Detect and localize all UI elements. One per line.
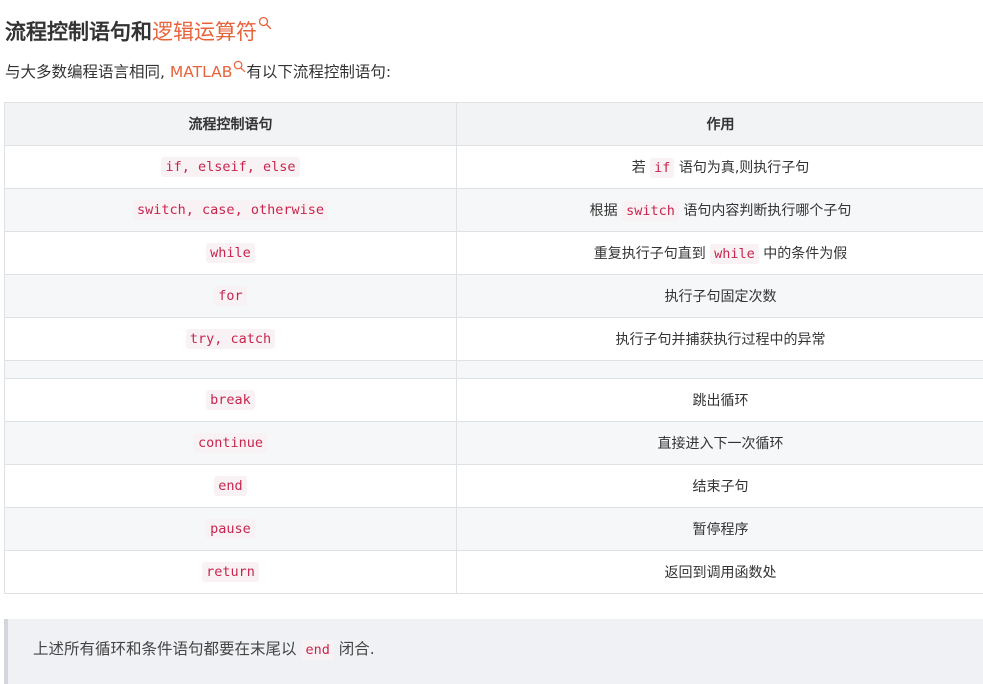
statement-code: for (214, 286, 247, 306)
purpose-cell: 直接进入下一次循环 (456, 421, 983, 465)
note-text-before: 上述所有循环和条件语句都要在末尾以 (33, 640, 302, 658)
table-row: end 结束子句 (4, 464, 983, 508)
statement-code: switch, case, otherwise (133, 200, 328, 220)
statement-code: end (214, 476, 247, 496)
purpose-cell: 执行子句并捕获执行过程中的异常 (456, 317, 983, 361)
purpose-text: 结束子句 (692, 479, 749, 495)
table-header-row: 流程控制语句 作用 (4, 102, 983, 146)
table-row: for 执行子句固定次数 (4, 274, 983, 318)
statement-cell: pause (4, 507, 457, 551)
statement-cell: end (4, 464, 457, 508)
purpose-code: while (710, 244, 759, 264)
table-row: return 返回到调用函数处 (4, 550, 983, 594)
purpose-text: 根据 (589, 203, 623, 219)
purpose-cell: 返回到调用函数处 (456, 550, 983, 594)
statement-cell: try, catch (4, 317, 457, 361)
purpose-text-after: 中的条件为假 (758, 246, 848, 262)
table-row: continue 直接进入下一次循环 (4, 421, 983, 465)
statement-code: return (202, 562, 259, 582)
purpose-text: 重复执行子句直到 (593, 246, 711, 262)
statement-cell: for (4, 274, 457, 318)
column-header-statement: 流程控制语句 (4, 102, 457, 146)
purpose-text: 暂停程序 (692, 522, 749, 538)
purpose-code: switch (622, 201, 679, 221)
purpose-text-after: 语句内容判断执行哪个子句 (678, 203, 852, 219)
purpose-cell: 重复执行子句直到 while 中的条件为假 (456, 231, 983, 275)
statement-code: try, catch (185, 329, 276, 349)
search-icon[interactable] (233, 60, 246, 73)
purpose-text-after: 语句为真,则执行子句 (674, 160, 810, 176)
statement-cell: return (4, 550, 457, 594)
statement-cell: switch, case, otherwise (4, 188, 457, 232)
note-code: end (301, 640, 334, 660)
intro-paragraph: 与大多数编程语言相同, MATLAB 有以下流程控制语句: (5, 58, 391, 86)
purpose-cell: 结束子句 (456, 464, 983, 508)
purpose-cell: 执行子句固定次数 (456, 274, 983, 318)
table-row: if, elseif, else 若 if 语句为真,则执行子句 (4, 145, 983, 189)
purpose-text: 若 (631, 160, 651, 176)
title-link[interactable]: 逻辑运算符 (152, 20, 257, 44)
flow-control-table: 流程控制语句 作用 if, elseif, else 若 if 语句为真,则执行子… (4, 102, 983, 594)
table-row: while 重复执行子句直到 while 中的条件为假 (4, 231, 983, 275)
statement-cell: break (4, 378, 457, 422)
statement-cell: if, elseif, else (4, 145, 457, 189)
statement-code: pause (206, 519, 255, 539)
table-row (4, 360, 983, 379)
statement-cell: continue (4, 421, 457, 465)
note-text: 上述所有循环和条件语句都要在末尾以 end 闭合. (33, 637, 375, 662)
statement-cell (4, 360, 457, 379)
purpose-text: 执行子句并捕获执行过程中的异常 (615, 332, 826, 348)
table-row: try, catch 执行子句并捕获执行过程中的异常 (4, 317, 983, 361)
column-header-purpose: 作用 (456, 102, 983, 146)
purpose-text: 执行子句固定次数 (664, 289, 777, 305)
statement-code: while (206, 243, 255, 263)
statement-code: continue (193, 433, 268, 453)
intro-text-after: 有以下流程控制语句: (246, 63, 392, 81)
statement-code: if, elseif, else (161, 157, 300, 177)
purpose-code: if (650, 158, 675, 178)
purpose-text: 直接进入下一次循环 (657, 436, 784, 452)
purpose-cell: 跳出循环 (456, 378, 983, 422)
purpose-cell: 暂停程序 (456, 507, 983, 551)
note-text-after: 闭合. (333, 640, 375, 658)
statement-code: break (206, 390, 255, 410)
table-row: pause 暂停程序 (4, 507, 983, 551)
title-text: 流程控制语句和 (5, 20, 152, 44)
intro-text-before: 与大多数编程语言相同, (5, 63, 170, 81)
purpose-cell: 根据 switch 语句内容判断执行哪个子句 (456, 188, 983, 232)
table-row: break 跳出循环 (4, 378, 983, 422)
purpose-text: 返回到调用函数处 (664, 565, 777, 581)
purpose-text: 跳出循环 (692, 393, 749, 409)
table-row: switch, case, otherwise 根据 switch 语句内容判断执… (4, 188, 983, 232)
statement-cell: while (4, 231, 457, 275)
search-icon[interactable] (258, 16, 272, 30)
purpose-cell: 若 if 语句为真,则执行子句 (456, 145, 983, 189)
page-title: 流程控制语句和逻辑运算符 (5, 14, 272, 50)
matlab-link[interactable]: MATLAB (170, 63, 232, 81)
purpose-cell (456, 360, 983, 379)
note-block: 上述所有循环和条件语句都要在末尾以 end 闭合. (4, 619, 983, 684)
